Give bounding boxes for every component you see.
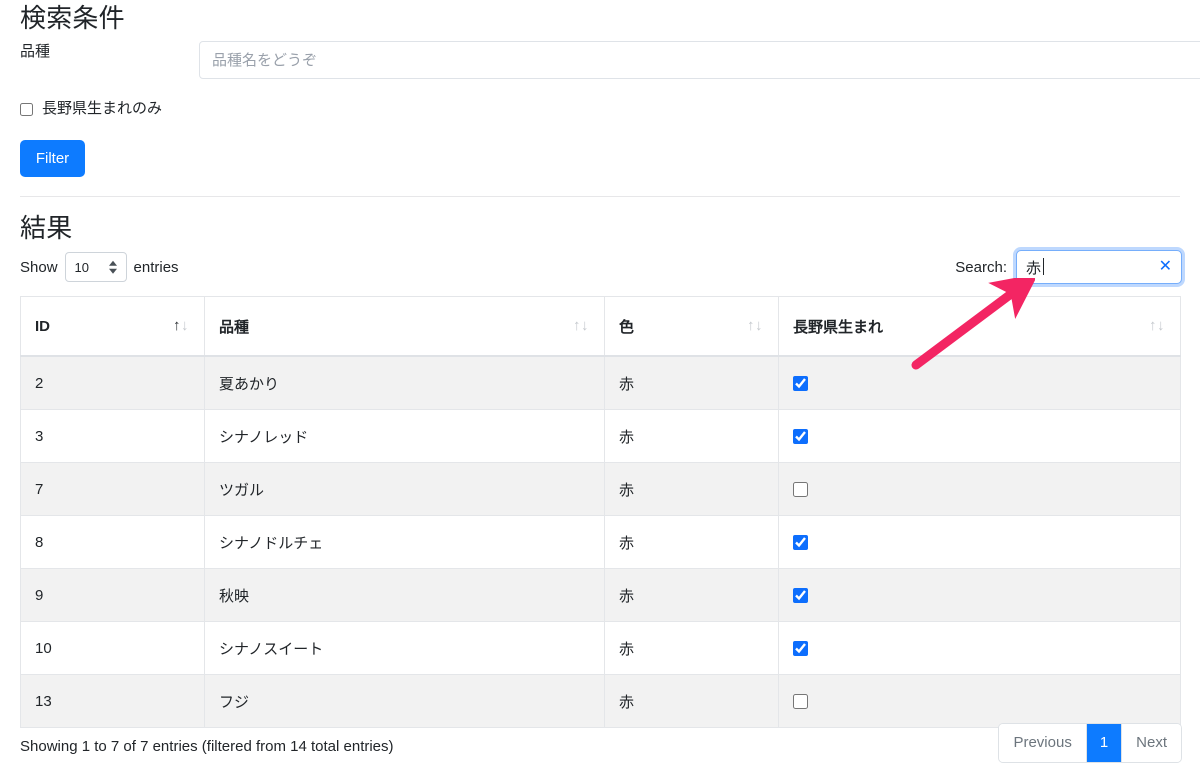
nagano-row-checkbox[interactable] — [793, 535, 808, 551]
cell-color: 赤 — [604, 355, 779, 410]
cell-id: 2 — [20, 355, 205, 410]
cell-nagano — [778, 409, 1181, 463]
cell-breed: シナノドルチェ — [204, 515, 605, 569]
table-body: 2 夏あかり赤 3 シナノレッド赤 7 ツガル赤 8 シナノドルチェ赤 9 秋映赤 10 シナノスイー… — [20, 355, 1181, 728]
cell-id: 13 — [20, 674, 205, 728]
nagano-row-checkbox[interactable] — [793, 482, 808, 498]
cell-id: 9 — [20, 568, 205, 622]
page-length-value: 10 — [74, 259, 89, 275]
pagination-page-1[interactable]: 1 — [1086, 724, 1123, 762]
search-control[interactable]: Search: 赤 ✕ — [955, 250, 1182, 284]
search-input[interactable]: 赤 ✕ — [1016, 250, 1182, 284]
cell-color: 赤 — [604, 568, 779, 622]
cell-breed: シナノスイート — [204, 621, 605, 675]
cell-breed: シナノレッド — [204, 409, 605, 463]
cell-nagano — [778, 674, 1181, 728]
nagano-only-label[interactable]: 長野県生まれのみ — [42, 98, 162, 120]
cell-breed: ツガル — [204, 462, 605, 516]
cell-id: 10 — [20, 621, 205, 675]
cell-color: 赤 — [604, 409, 779, 463]
cell-nagano — [778, 568, 1181, 622]
pagination-previous[interactable]: Previous — [999, 724, 1087, 762]
cell-breed: 夏あかり — [204, 355, 605, 410]
table-row: 8 シナノドルチェ赤 — [20, 515, 1181, 569]
section-divider — [20, 196, 1180, 197]
breed-input[interactable] — [199, 41, 1200, 79]
filter-button[interactable]: Filter — [20, 140, 85, 177]
nagano-row-checkbox[interactable] — [793, 694, 808, 710]
table-info: Showing 1 to 7 of 7 entries (filtered fr… — [20, 738, 394, 755]
nagano-row-checkbox[interactable] — [793, 376, 808, 392]
nagano-only-checkbox[interactable] — [20, 102, 33, 116]
nagano-row-checkbox[interactable] — [793, 641, 808, 657]
sort-icon[interactable]: ↑ ↓ — [173, 318, 191, 334]
column-label: 長野県生まれ — [793, 318, 884, 336]
cell-color: 赤 — [604, 462, 779, 516]
page-root: 検索条件 品種 長野県生まれのみ Filter 結果 Show 10 entri… — [0, 0, 1200, 779]
show-suffix-label: entries — [133, 258, 179, 276]
close-icon[interactable]: ✕ — [1159, 259, 1172, 275]
sort-icon[interactable]: ↑ ↓ — [747, 318, 765, 334]
chevron-updown-icon — [108, 260, 117, 274]
results-table: ID ↑ ↓ 品種 ↑ ↓ 色 ↑ ↓ 長野県生まれ ↑ ↓ 2 夏あかり 赤 … — [20, 296, 1181, 728]
cell-nagano — [778, 462, 1181, 516]
table-row: 9 秋映赤 — [20, 568, 1181, 622]
nagano-only-filter[interactable]: 長野県生まれのみ — [20, 98, 162, 120]
results-table-wrapper: ID ↑ ↓ 品種 ↑ ↓ 色 ↑ ↓ 長野県生まれ ↑ ↓ 2 夏あかり 赤 … — [20, 296, 1181, 728]
cell-color: 赤 — [604, 621, 779, 675]
column-header-id[interactable]: ID ↑ ↓ — [20, 296, 205, 357]
column-header-nagano[interactable]: 長野県生まれ ↑ ↓ — [778, 296, 1181, 357]
column-header-breed[interactable]: 品種 ↑ ↓ — [204, 296, 605, 357]
search-input-value: 赤 — [1017, 257, 1045, 278]
breed-field-label: 品種 — [20, 43, 51, 60]
sort-icon[interactable]: ↑ ↓ — [1149, 318, 1167, 334]
results-title: 結果 — [20, 213, 73, 243]
column-label: 色 — [619, 318, 635, 336]
sort-icon[interactable]: ↑ ↓ — [573, 318, 591, 334]
cell-id: 3 — [20, 409, 205, 463]
column-header-color[interactable]: 色 ↑ ↓ — [604, 296, 779, 357]
page-length-select[interactable]: 10 — [64, 252, 127, 282]
cell-color: 赤 — [604, 515, 779, 569]
cell-color: 赤 — [604, 674, 779, 728]
column-label: 品種 — [219, 318, 250, 336]
search-label: Search: — [955, 258, 1007, 276]
nagano-row-checkbox[interactable] — [793, 429, 808, 445]
cell-id: 8 — [20, 515, 205, 569]
cell-nagano — [778, 355, 1181, 410]
cell-nagano — [778, 621, 1181, 675]
table-row: 2 夏あかり赤 — [20, 355, 1181, 410]
nagano-row-checkbox[interactable] — [793, 588, 808, 604]
cell-nagano — [778, 515, 1181, 569]
page-length-control[interactable]: Show 10 entries — [20, 252, 179, 282]
table-row: 13 フジ赤 — [20, 674, 1181, 728]
show-prefix-label: Show — [20, 258, 58, 276]
cell-breed: 秋映 — [204, 568, 605, 622]
table-header-row: ID ↑ ↓ 品種 ↑ ↓ 色 ↑ ↓ 長野県生まれ ↑ ↓ — [20, 296, 1181, 357]
cell-id: 7 — [20, 462, 205, 516]
column-label: ID — [35, 317, 50, 335]
table-row: 7 ツガル赤 — [20, 462, 1181, 516]
table-header: ID ↑ ↓ 品種 ↑ ↓ 色 ↑ ↓ 長野県生まれ ↑ ↓ — [20, 296, 1181, 357]
pagination[interactable]: Previous 1 Next — [998, 723, 1182, 763]
cell-breed: フジ — [204, 674, 605, 728]
table-row: 10 シナノスイート赤 — [20, 621, 1181, 675]
pagination-next[interactable]: Next — [1122, 724, 1181, 762]
table-row: 3 シナノレッド赤 — [20, 409, 1181, 463]
page-title: 検索条件 — [20, 3, 125, 33]
